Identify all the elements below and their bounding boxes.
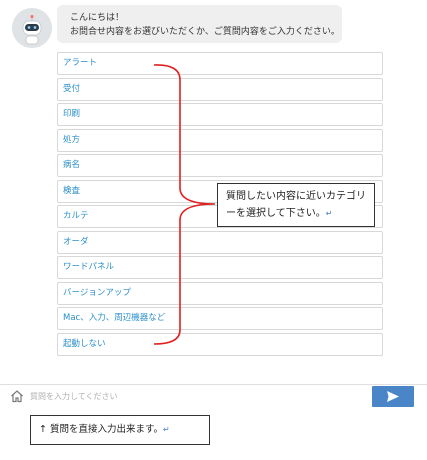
input-annotation-text: ↑ 質問を直接入力出来ます。 bbox=[39, 424, 164, 435]
bot-avatar bbox=[12, 8, 52, 48]
category-alert[interactable]: アラート bbox=[57, 52, 383, 75]
question-input[interactable] bbox=[30, 387, 365, 405]
return-mark: ↵ bbox=[163, 425, 170, 434]
input-annotation: ↑ 質問を直接入力出来ます。↵ bbox=[30, 415, 210, 445]
category-annotation-text: 質問したい内容に近いカテゴリーを選択して下さい。 bbox=[226, 191, 366, 219]
category-diagnosis[interactable]: 病名 bbox=[57, 154, 383, 177]
bot-prompt: お問合せ内容をお選びいただくか、ご質問内容をご入力ください。 bbox=[70, 27, 340, 37]
category-version-up[interactable]: バージョンアップ bbox=[57, 282, 383, 305]
send-icon bbox=[387, 391, 399, 402]
send-button[interactable] bbox=[372, 386, 414, 407]
bot-greeting: こんにちは！ bbox=[70, 13, 125, 23]
category-word-panel[interactable]: ワードパネル bbox=[57, 256, 383, 279]
return-mark: ↵ bbox=[325, 209, 333, 218]
home-icon[interactable] bbox=[10, 389, 24, 403]
category-print[interactable]: 印刷 bbox=[57, 103, 383, 126]
robot-icon bbox=[12, 8, 52, 48]
category-annotation: 質問したい内容に近いカテゴリーを選択して下さい。↵ bbox=[217, 183, 375, 227]
input-divider bbox=[0, 384, 427, 385]
category-startup-fail[interactable]: 起動しない bbox=[57, 333, 383, 356]
category-mac-input[interactable]: Mac、入力、周辺機器など bbox=[57, 307, 383, 330]
bot-message-bubble: こんにちは！ お問合せ内容をお選びいただくか、ご質問内容をご入力ください。 bbox=[57, 5, 342, 43]
category-prescription[interactable]: 処方 bbox=[57, 129, 383, 152]
category-reception[interactable]: 受付 bbox=[57, 78, 383, 101]
category-order[interactable]: オーダ bbox=[57, 231, 383, 254]
